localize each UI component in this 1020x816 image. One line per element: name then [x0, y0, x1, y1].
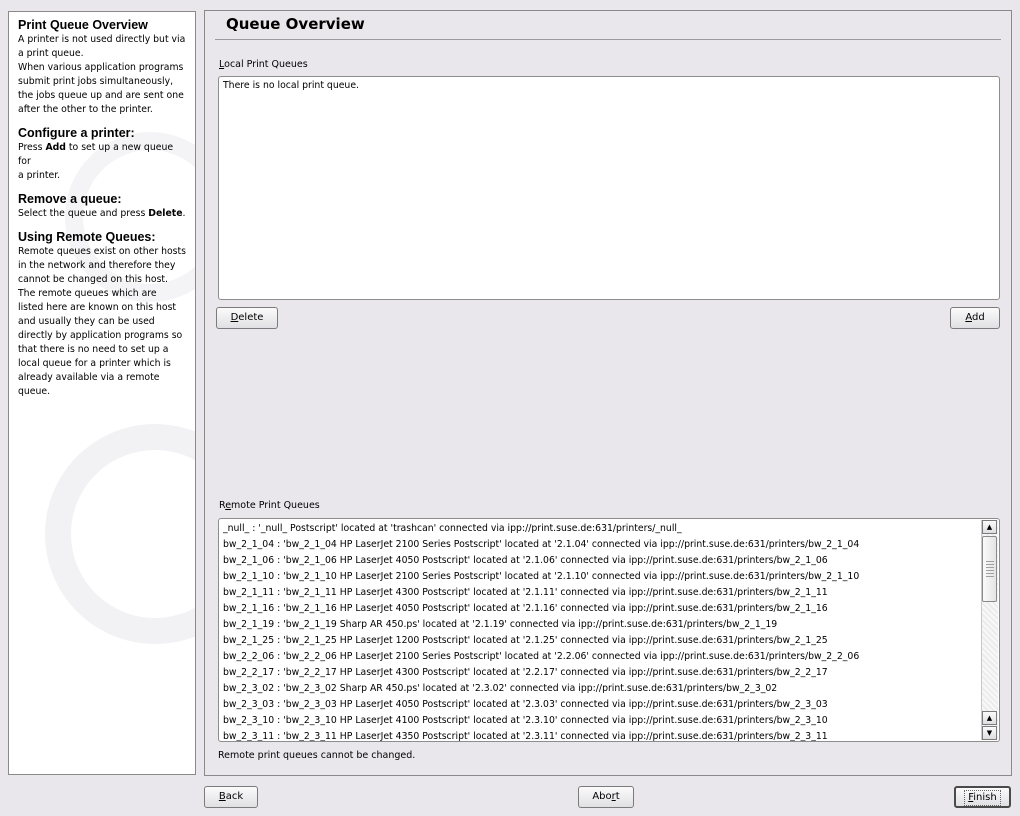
list-item[interactable]: bw_2_3_03 : 'bw_2_3_03 HP LaserJet 4050 …	[223, 697, 979, 713]
list-item[interactable]: bw_2_1_04 : 'bw_2_1_04 HP LaserJet 2100 …	[223, 537, 979, 553]
arrow-down-icon[interactable]: ▼	[982, 726, 997, 740]
remote-queues-rows: _null_ : '_null_ Postscript' located at …	[223, 521, 979, 741]
help-section-remote: Using Remote Queues: Remote queues exist…	[18, 230, 187, 399]
remote-queues-note: Remote print queues cannot be changed.	[218, 750, 416, 761]
list-item[interactable]: bw_2_1_16 : 'bw_2_1_16 HP LaserJet 4050 …	[223, 601, 979, 617]
help-section-overview: Print Queue Overview A printer is not us…	[18, 18, 187, 117]
arrow-up-icon[interactable]: ▲	[982, 711, 997, 725]
list-item[interactable]: bw_2_1_11 : 'bw_2_1_11 HP LaserJet 4300 …	[223, 585, 979, 601]
help-text: Select the queue and press Delete.	[18, 208, 186, 219]
local-queues-list[interactable]: There is no local print queue.	[218, 76, 1000, 300]
main-frame: Queue Overview Local Print Queues There …	[204, 10, 1012, 776]
help-heading: Print Queue Overview	[18, 18, 148, 32]
help-pane: Print Queue Overview A printer is not us…	[8, 11, 196, 775]
help-text: Remote queues exist on other hosts in th…	[18, 246, 187, 397]
help-heading: Using Remote Queues:	[18, 230, 156, 244]
help-text: Press Add to set up a new queue for a pr…	[18, 142, 174, 181]
delete-button[interactable]: Delete	[216, 307, 278, 329]
list-item[interactable]: bw_2_3_10 : 'bw_2_3_10 HP LaserJet 4100 …	[223, 713, 979, 729]
list-item[interactable]: bw_2_2_17 : 'bw_2_2_17 HP LaserJet 4300 …	[223, 665, 979, 681]
page-title: Queue Overview	[226, 15, 365, 33]
help-text: A printer is not used directly but via a…	[18, 34, 186, 115]
grip-icon	[986, 561, 994, 577]
remote-queues-list[interactable]: _null_ : '_null_ Postscript' located at …	[218, 518, 1000, 742]
finish-focus-ring: Finish	[964, 790, 1001, 806]
local-queues-label: Local Print Queues	[219, 59, 308, 70]
local-queues-empty-text: There is no local print queue.	[223, 80, 359, 91]
help-heading: Configure a printer:	[18, 126, 135, 140]
vertical-scrollbar[interactable]: ▲ ▲ ▼	[981, 520, 998, 740]
remote-queues-label: Remote Print Queues	[219, 500, 320, 511]
arrow-up-icon[interactable]: ▲	[982, 520, 997, 534]
list-item[interactable]: bw_2_1_06 : 'bw_2_1_06 HP LaserJet 4050 …	[223, 553, 979, 569]
list-item[interactable]: bw_2_3_11 : 'bw_2_3_11 HP LaserJet 4350 …	[223, 729, 979, 741]
help-section-configure: Configure a printer: Press Add to set up…	[18, 126, 187, 183]
list-item[interactable]: _null_ : '_null_ Postscript' located at …	[223, 521, 979, 537]
help-heading: Remove a queue:	[18, 192, 122, 206]
back-button[interactable]: Back	[204, 786, 258, 808]
help-section-remove: Remove a queue: Select the queue and pre…	[18, 192, 187, 221]
list-item[interactable]: bw_2_1_10 : 'bw_2_1_10 HP LaserJet 2100 …	[223, 569, 979, 585]
add-button[interactable]: Add	[950, 307, 1000, 329]
list-item[interactable]: bw_2_3_02 : 'bw_2_3_02 Sharp AR 450.ps' …	[223, 681, 979, 697]
abort-button[interactable]: Abort	[578, 786, 634, 808]
scrollbar-thumb[interactable]	[982, 536, 997, 602]
background-decoration	[45, 424, 195, 644]
finish-button[interactable]: Finish	[954, 786, 1011, 808]
list-item[interactable]: bw_2_2_06 : 'bw_2_2_06 HP LaserJet 2100 …	[223, 649, 979, 665]
list-item[interactable]: bw_2_1_19 : 'bw_2_1_19 Sharp AR 450.ps' …	[223, 617, 979, 633]
title-divider	[215, 39, 1001, 40]
list-item[interactable]: bw_2_1_25 : 'bw_2_1_25 HP LaserJet 1200 …	[223, 633, 979, 649]
